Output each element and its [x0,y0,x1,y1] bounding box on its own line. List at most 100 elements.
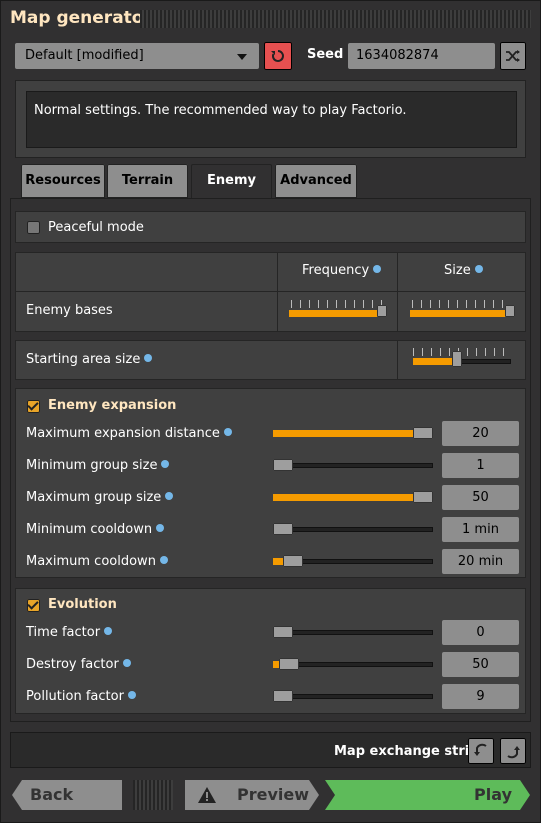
max-expansion-distance-slider[interactable] [273,430,433,437]
min-group-size-slider[interactable] [273,463,433,468]
warning-icon [197,786,217,804]
back-label: Back [30,785,74,804]
slider-fill [410,310,507,317]
min-cooldown-value[interactable]: 1 min [442,517,519,542]
time-factor-slider[interactable] [273,630,433,635]
window-title: Map generator [10,8,152,28]
play-button[interactable]: Play [325,780,530,810]
enemy-expansion-title: Enemy expansion [48,398,177,413]
slider-knob[interactable] [413,427,433,439]
preset-description: Normal settings. The recommended way to … [26,91,517,148]
info-icon [159,556,168,564]
slider-knob[interactable] [273,626,293,638]
slider-fill [413,358,458,365]
button-separator [133,780,173,810]
destroy-factor-label: Destroy factor [26,657,131,672]
peaceful-mode-row: Peaceful mode [15,211,526,243]
reset-button[interactable] [264,42,292,70]
seed-label: Seed [307,47,344,62]
import-icon [474,743,487,756]
enemy-expansion-checkbox[interactable] [27,400,40,413]
info-icon [165,492,174,500]
shuffle-icon [506,50,520,62]
seed-input[interactable]: 1634082874 [348,43,495,69]
info-icon [144,354,153,362]
enemy-bases-label: Enemy bases [26,303,113,318]
evolution-checkbox[interactable] [27,599,40,612]
slider-fill [273,430,433,437]
slider-knob[interactable] [279,658,299,670]
slider-fill [289,310,385,317]
starting-area-label: Starting area size [26,352,153,367]
export-string-button[interactable] [500,738,526,764]
max-cooldown-label: Maximum cooldown [26,554,168,569]
back-button[interactable]: Back [12,780,122,810]
info-icon [223,428,232,436]
slider-knob[interactable] [413,491,433,503]
export-icon [507,746,520,759]
enemy-tab-content: Peaceful mode Frequency Size Enemy bases… [10,198,531,722]
pollution-factor-label: Pollution factor [26,689,136,704]
enemy-bases-frequency-slider[interactable] [289,310,385,317]
info-icon [127,691,136,699]
starting-area-slider[interactable] [413,358,511,365]
destroy-factor-value[interactable]: 50 [442,652,519,677]
slider-knob[interactable] [273,690,293,702]
chevron-down-icon [237,54,247,60]
table-divider [15,291,526,292]
randomize-seed-button[interactable] [500,42,526,70]
max-group-size-value[interactable]: 50 [442,485,519,510]
pollution-factor-slider[interactable] [273,694,433,699]
tab-terrain[interactable]: Terrain [107,164,188,198]
preset-selected: Default [modified] [25,48,144,63]
max-cooldown-value[interactable]: 20 min [442,549,519,574]
preview-label: Preview [237,785,310,804]
info-icon [122,659,131,667]
peaceful-mode-label: Peaceful mode [48,220,144,235]
max-group-size-slider[interactable] [273,494,433,501]
size-header: Size [444,263,483,278]
play-label: Play [474,785,512,804]
pollution-factor-value[interactable]: 9 [442,684,519,709]
slider-knob[interactable] [283,555,303,567]
drag-handle[interactable] [140,10,531,28]
slider-knob[interactable] [505,305,515,317]
info-icon [373,265,382,273]
peaceful-mode-checkbox[interactable] [27,221,40,234]
time-factor-label: Time factor [26,625,113,640]
min-cooldown-slider[interactable] [273,527,433,532]
evolution-section: Evolution Time factor 0 Destroy factor 5… [15,588,526,714]
enemy-expansion-section: Enemy expansion Maximum expansion distan… [15,388,526,578]
time-factor-value[interactable]: 0 [442,620,519,645]
max-group-size-label: Maximum group size [26,490,174,505]
min-group-size-label: Minimum group size [26,458,170,473]
min-cooldown-label: Minimum cooldown [26,522,165,537]
slider-knob[interactable] [273,523,293,535]
min-group-size-value[interactable]: 1 [442,453,519,478]
slider-fill [273,494,433,501]
starting-area-row: Starting area size [15,340,526,380]
map-generator-window: Map generator Default [modified] Seed 16… [0,0,541,823]
info-icon [156,524,165,532]
info-icon [104,627,113,635]
preset-dropdown[interactable]: Default [modified] [15,43,259,69]
map-exchange-label: Map exchange string [334,744,488,759]
import-string-button[interactable] [468,738,494,764]
tab-resources[interactable]: Resources [21,164,105,198]
tab-enemy[interactable]: Enemy [191,164,272,200]
slider-ticks [291,300,385,308]
frequency-header: Frequency [302,263,382,278]
reset-icon [271,50,284,62]
tab-advanced[interactable]: Advanced [275,164,357,198]
preview-button[interactable]: Preview [185,780,319,810]
slider-knob[interactable] [377,305,387,317]
slider-knob[interactable] [452,351,462,367]
max-expansion-distance-value[interactable]: 20 [442,421,519,446]
enemy-bases-table: Frequency Size Enemy bases [15,252,526,332]
enemy-bases-size-slider[interactable] [410,310,507,317]
slider-knob[interactable] [273,459,293,471]
info-icon [161,460,170,468]
max-expansion-distance-label: Maximum expansion distance [26,426,232,441]
slider-ticks [412,300,506,308]
evolution-title: Evolution [48,597,117,612]
